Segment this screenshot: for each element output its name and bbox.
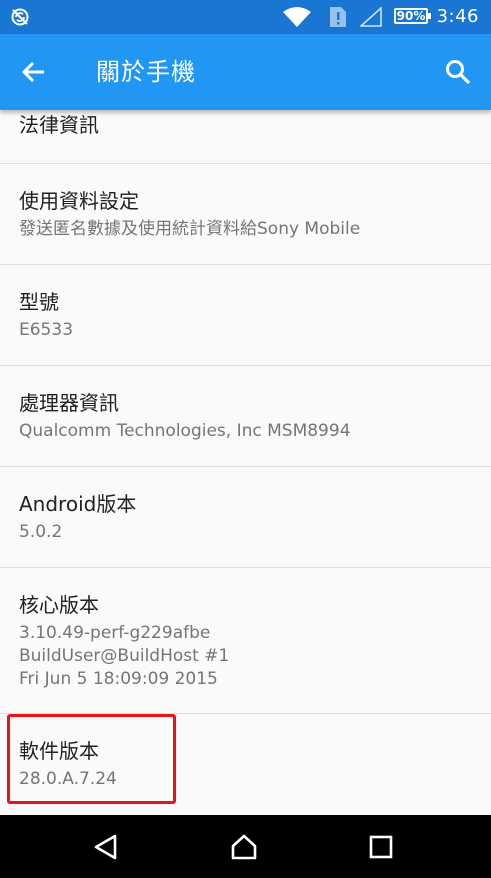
list-item-software-version[interactable]: 軟件版本 28.0.A.7.24 [0,714,491,815]
page-title: 關於手機 [96,58,196,86]
list-item-title: Android版本 [19,492,137,516]
list-item-subtitle-line-3: Fri Jun 5 18:09:09 2015 [19,669,218,689]
sync-disabled-icon [11,8,29,26]
list-item-title: 核心版本 [19,593,99,617]
sim-alert-icon [330,7,346,27]
recents-square-icon[interactable] [367,833,395,861]
back-triangle-icon[interactable] [92,833,120,861]
battery-icon: 90% [394,8,431,24]
status-bar: 90% 3:46 [0,0,491,34]
home-circle-icon[interactable] [230,833,258,861]
list-item-model[interactable]: 型號 E6533 [0,265,491,366]
status-time: 3:46 [436,6,479,27]
navigation-bar [0,815,491,878]
list-item-subtitle-line-2: BuildUser@BuildHost #1 [19,646,230,666]
list-item-legal-info[interactable]: 法律資訊 [0,110,491,164]
search-icon[interactable] [444,58,472,86]
list-item-title: 使用資料設定 [19,189,139,213]
list-item-processor-info[interactable]: 處理器資訊 Qualcomm Technologies, Inc MSM8994 [0,366,491,467]
list-item-subtitle: 28.0.A.7.24 [19,769,117,789]
signal-icon [360,7,382,27]
list-item-android-version[interactable]: Android版本 5.0.2 [0,467,491,568]
list-item-title: 法律資訊 [19,113,99,137]
list-item-kernel-version[interactable]: 核心版本 3.10.49-perf-g229afbe BuildUser@Bui… [0,568,491,714]
list-item-subtitle-line-1: 3.10.49-perf-g229afbe [19,623,211,643]
settings-list: 法律資訊 使用資料設定 發送匿名數據及使用統計資料給Sony Mobile 型號… [0,110,491,815]
arrow-back-icon[interactable] [20,58,48,86]
list-item-usage-data-settings[interactable]: 使用資料設定 發送匿名數據及使用統計資料給Sony Mobile [0,164,491,265]
app-bar: 關於手機 [0,34,491,110]
battery-percent: 90% [396,9,426,23]
list-item-subtitle: E6533 [19,320,74,340]
list-item-subtitle: Qualcomm Technologies, Inc MSM8994 [19,421,351,441]
wifi-icon [283,7,311,27]
list-item-subtitle: 發送匿名數據及使用統計資料給Sony Mobile [19,219,361,239]
list-item-subtitle: 5.0.2 [19,522,63,542]
list-item-title: 處理器資訊 [19,391,119,415]
list-item-title: 型號 [19,290,59,314]
list-item-title: 軟件版本 [19,739,99,763]
